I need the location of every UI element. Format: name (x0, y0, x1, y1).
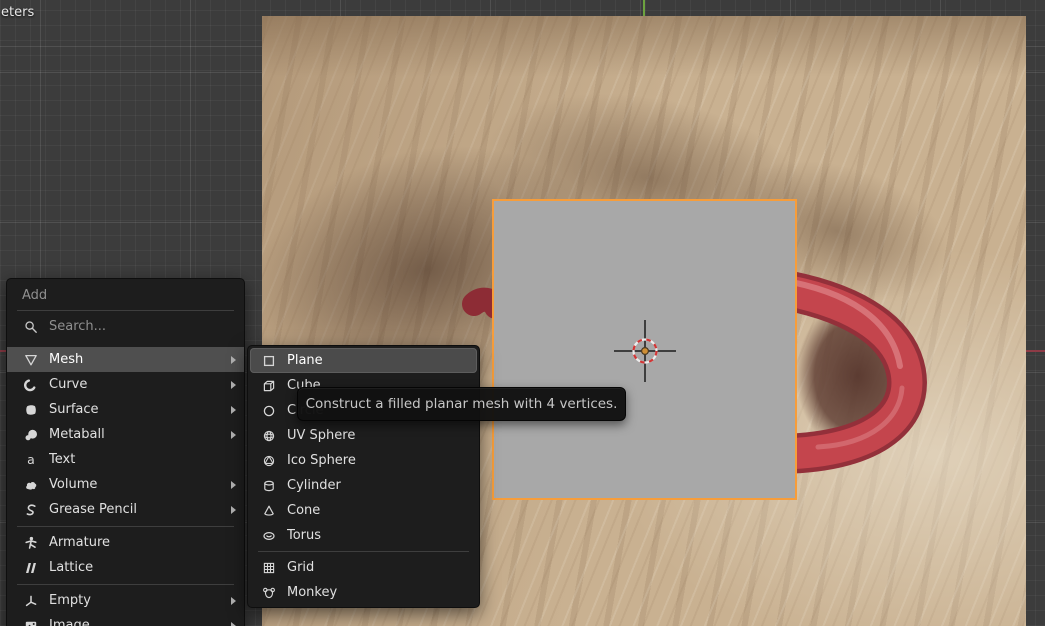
menu-item-image[interactable]: Image (7, 613, 244, 626)
tooltip: Construct a filled planar mesh with 4 ve… (297, 387, 626, 421)
menu-item-text[interactable]: Text (7, 447, 244, 472)
torus-icon (259, 528, 279, 544)
submenu-item-label: Cone (287, 503, 472, 518)
viewport-overlay-text: eters (1, 5, 34, 20)
menu-item-label: Empty (49, 593, 231, 608)
image-icon (21, 618, 41, 626)
menu-item-metaball[interactable]: Metaball (7, 422, 244, 447)
menu-item-grease-pencil[interactable]: Grease Pencil (7, 497, 244, 522)
text-icon (21, 452, 41, 468)
submenu-item-label: UV Sphere (287, 428, 472, 443)
menu-item-curve[interactable]: Curve (7, 372, 244, 397)
submenu-arrow-icon (231, 406, 236, 414)
submenu-item-ico-sphere[interactable]: Ico Sphere (250, 448, 477, 473)
menu-item-lattice[interactable]: Lattice (7, 555, 244, 580)
ico-sphere-icon (259, 453, 279, 469)
monkey-icon (259, 585, 279, 601)
submenu-item-plane[interactable]: Plane (250, 348, 477, 373)
menu-item-armature[interactable]: Armature (7, 530, 244, 555)
menu-item-label: Lattice (49, 560, 236, 575)
volume-icon (21, 477, 41, 493)
grease-pencil-icon (21, 502, 41, 518)
menu-separator (17, 526, 234, 527)
cylinder-icon (259, 478, 279, 494)
curve-icon (21, 377, 41, 393)
submenu-arrow-icon (231, 481, 236, 489)
menu-item-label: Text (49, 452, 236, 467)
menu-item-label: Metaball (49, 427, 231, 442)
menu-item-mesh[interactable]: Mesh (7, 347, 244, 372)
menu-item-label: Volume (49, 477, 231, 492)
menu-item-label: Grease Pencil (49, 502, 231, 517)
submenu-item-uv-sphere[interactable]: UV Sphere (250, 423, 477, 448)
submenu-item-cone[interactable]: Cone (250, 498, 477, 523)
submenu-item-label: Monkey (287, 585, 472, 600)
plane-icon (259, 353, 279, 369)
submenu-item-label: Plane (287, 353, 472, 368)
submenu-item-torus[interactable]: Torus (250, 523, 477, 548)
submenu-arrow-icon (231, 356, 236, 364)
menu-item-volume[interactable]: Volume (7, 472, 244, 497)
submenu-arrow-icon (231, 506, 236, 514)
search-placeholder: Search... (49, 319, 236, 334)
submenu-arrow-icon (231, 597, 236, 605)
cone-icon (259, 503, 279, 519)
submenu-arrow-icon (231, 381, 236, 389)
menu-item-label: Mesh (49, 352, 231, 367)
submenu-item-monkey[interactable]: Monkey (250, 580, 477, 605)
add-menu: Add Search... Mesh Curve Surface Metabal… (6, 278, 245, 626)
submenu-item-label: Grid (287, 560, 472, 575)
submenu-arrow-icon (231, 622, 236, 626)
submenu-item-label: Ico Sphere (287, 453, 472, 468)
add-menu-title: Add (7, 285, 244, 307)
menu-item-empty[interactable]: Empty (7, 588, 244, 613)
menu-item-label: Image (49, 618, 231, 626)
submenu-item-label: Torus (287, 528, 472, 543)
metaball-icon (21, 427, 41, 443)
tooltip-text: Construct a filled planar mesh with 4 ve… (306, 396, 618, 412)
menu-item-label: Curve (49, 377, 231, 392)
lattice-icon (21, 560, 41, 576)
submenu-item-cylinder[interactable]: Cylinder (250, 473, 477, 498)
menu-item-search[interactable]: Search... (7, 314, 244, 339)
blender-3d-viewport[interactable]: eters (0, 0, 1045, 626)
menu-separator (258, 551, 469, 552)
submenu-arrow-icon (231, 431, 236, 439)
3d-cursor (611, 317, 679, 385)
menu-item-label: Surface (49, 402, 231, 417)
submenu-item-label: Cylinder (287, 478, 472, 493)
menu-item-surface[interactable]: Surface (7, 397, 244, 422)
uv-sphere-icon (259, 428, 279, 444)
menu-separator (17, 584, 234, 585)
surface-icon (21, 402, 41, 418)
cube-icon (259, 378, 279, 394)
mesh-submenu: Plane Cube Circle UV Sphere Ico Sphere C… (247, 345, 480, 608)
menu-item-label: Armature (49, 535, 236, 550)
submenu-item-grid[interactable]: Grid (250, 555, 477, 580)
armature-icon (21, 535, 41, 551)
menu-separator (17, 310, 234, 311)
y-axis-line (643, 0, 645, 16)
x-axis-line-right (1026, 350, 1045, 352)
circle-icon (259, 403, 279, 419)
empty-icon (21, 593, 41, 609)
search-icon (21, 319, 41, 335)
grid-icon (259, 560, 279, 576)
mesh-icon (21, 352, 41, 368)
